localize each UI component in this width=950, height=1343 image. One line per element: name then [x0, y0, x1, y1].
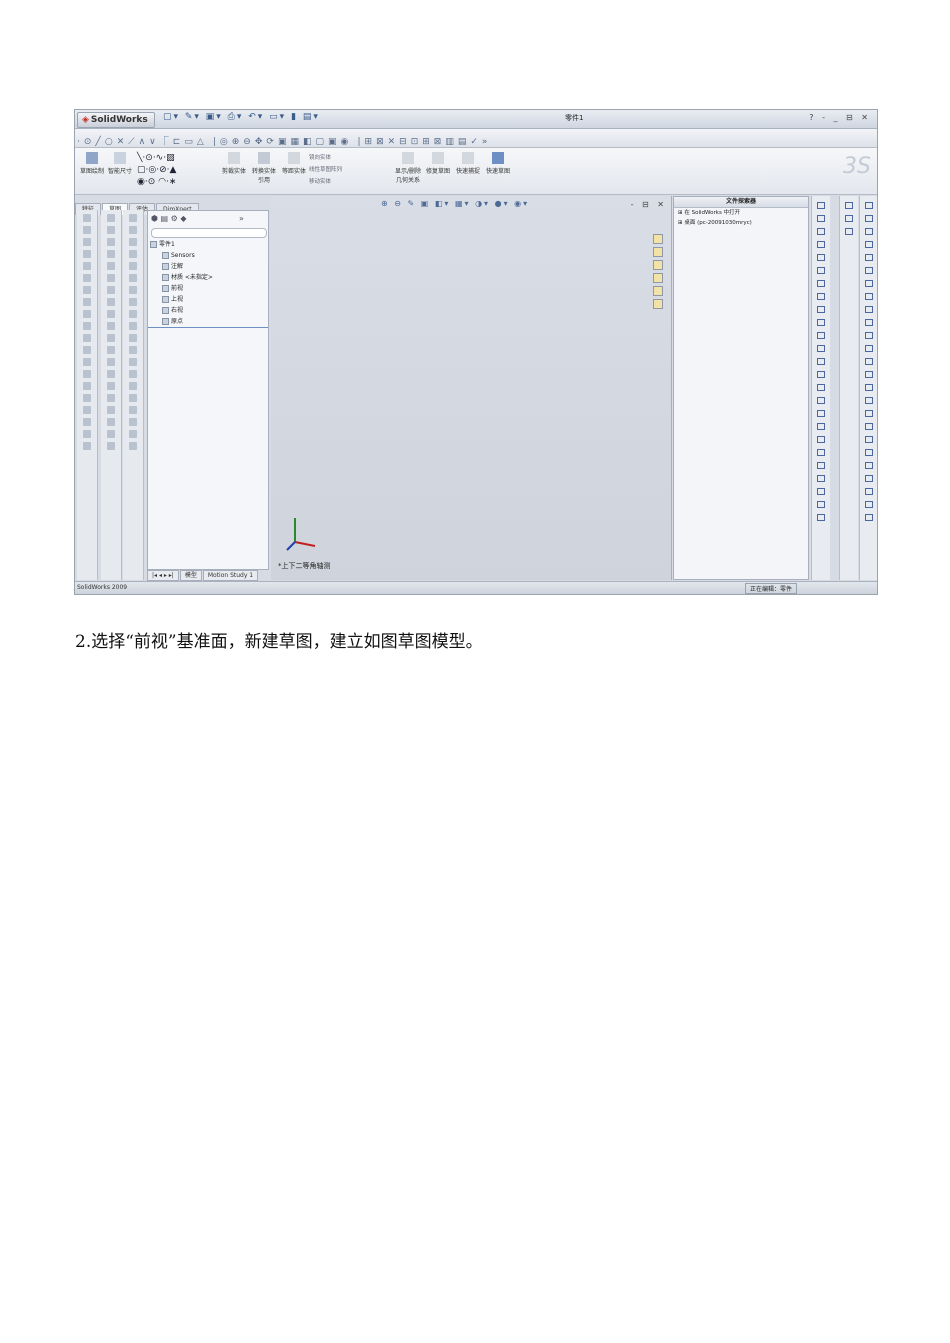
tree-item-annotations[interactable]: 注解 [150, 261, 213, 272]
smart-dimension-icon [114, 152, 126, 164]
feature-toolbar-column-1[interactable] [77, 210, 98, 580]
command-manager: 草图绘制 智能尺寸 ╲·⊙·∿·▨ ▢·◎·⊘·▲ ◉·⊙ ◠·∗ 剪裁实体 转换实… [75, 148, 877, 195]
solidworks-logo-icon: ◈ [82, 115, 89, 125]
offset-entities-button[interactable]: 等距实体 [281, 152, 307, 175]
origin-icon [162, 318, 169, 325]
status-bar: SolidWorks 2009 正在编辑：零件 [75, 581, 877, 594]
tab-motion-study[interactable]: Motion Study 1 [202, 570, 259, 581]
tree-item-front-plane[interactable]: 前视 [150, 283, 213, 294]
feature-toolbar-column-3[interactable] [123, 210, 144, 580]
mirror-entities-button[interactable]: 镜向实体 [309, 152, 342, 164]
sketch-icon [86, 152, 98, 164]
tab-nav-arrows[interactable]: |◂ ◂ ▸ ▸| [147, 570, 179, 581]
task-pane-tabs[interactable] [653, 234, 667, 312]
relations-icon [402, 152, 414, 164]
tree-root[interactable]: 零件1 [150, 239, 213, 250]
sketch-tools-column-3[interactable] [859, 196, 877, 580]
tree-item-origin[interactable]: 原点 [150, 316, 213, 327]
sketch-tools-column-1[interactable] [811, 196, 830, 580]
sketch-tools-column-2[interactable] [839, 196, 858, 580]
instruction-caption: 2.选择“前视”基准面，新建草图，建立如图草图模型。 [75, 632, 483, 652]
solidworks-logo[interactable]: ◈ SolidWorks [77, 112, 155, 128]
part-icon [150, 241, 157, 248]
sensor-icon [162, 252, 169, 259]
sketch-toolbar[interactable]: · ⊙ ╱ ○ ✕ ⟋ ∧ ∨ ⎾ ⊏ ▭ △ | ◎ ⊕ ⊖ ✥ ⟳ ▣ ▦ ◧ ▢ ▣ ◉ | ⊞ ⊠ ✕ ⊟ ⊡ ⊞ ⊠ ▥ ▤ ✓» [75, 129, 877, 148]
tab-model[interactable]: 模型 [179, 570, 202, 581]
heads-up-view-toolbar[interactable]: ⊕ ⊖ ✎ ▣ ◧▾ ▦▾ ◑▾ ●▾ ◉▾ [381, 199, 529, 208]
window-controls[interactable]: ? - _ ⊟ ✕ [809, 113, 871, 122]
tree-item-top-plane[interactable]: 上视 [150, 294, 213, 305]
desktop-item[interactable]: ⊞ 桌面 (pc-20091030mryc) [674, 218, 808, 228]
status-editing: 正在编辑：零件 [744, 583, 797, 594]
feature-manager-tree: ⬢ ▤ ⚙ ◆ » 零件1 Sensors 注解 材质 <未指定> 前视 上视 … [147, 210, 269, 570]
open-in-solidworks-item[interactable]: ⊞ 在 SolidWorks 中打开 [674, 208, 808, 218]
smart-dimension-button[interactable]: 智能尺寸 [107, 152, 133, 175]
tree-item-right-plane[interactable]: 右视 [150, 305, 213, 316]
pattern-tools[interactable]: 镜向实体 线性草图阵列 移动实体 [309, 152, 342, 188]
file-explorer-pane: 文件探索器 ⊞ 在 SolidWorks 中打开 ⊞ 桌面 (pc-200910… [673, 196, 809, 580]
manager-tabs[interactable]: ⬢ ▤ ⚙ ◆ » [151, 214, 244, 223]
tree-divider [148, 327, 268, 328]
sketch-button[interactable]: 草图绘制 [79, 152, 105, 175]
material-icon [162, 274, 169, 281]
solidworks-screenshot: ◈ SolidWorks ▢▾ ✎▾ ▣▾ ⎙▾ ↶▾ ▭▾ ▮ ▤▾ 零件1 ?… [74, 109, 878, 595]
repair-icon [432, 152, 444, 164]
plane-icon [162, 296, 169, 303]
tree-item-material[interactable]: 材质 <未指定> [150, 272, 213, 283]
status-app-name: SolidWorks 2009 [77, 584, 128, 591]
tree-list: 零件1 Sensors 注解 材质 <未指定> 前视 上视 右视 原点 [150, 239, 213, 327]
offset-icon [288, 152, 300, 164]
repair-sketch-button[interactable]: 修复草图 [425, 152, 451, 175]
sketch-entity-tools[interactable]: ╲·⊙·∿·▨ ▢·◎·⊘·▲ ◉·⊙ ◠·∗ [137, 152, 176, 188]
trim-icon [228, 152, 240, 164]
move-entities-button[interactable]: 移动实体 [309, 176, 342, 188]
triad-axes-icon [286, 518, 316, 551]
viewport-window-controls[interactable]: - ⊟ ✕ [631, 200, 667, 209]
plane-icon [162, 307, 169, 314]
tree-item-sensors[interactable]: Sensors [150, 250, 213, 261]
quick-snaps-button[interactable]: 快速捕捉 [455, 152, 481, 175]
document-title: 零件1 [565, 114, 584, 122]
file-explorer-title: 文件探索器 [674, 197, 808, 208]
quick-access-toolbar[interactable]: ▢▾ ✎▾ ▣▾ ⎙▾ ↶▾ ▭▾ ▮ ▤▾ [163, 112, 320, 122]
title-bar: ◈ SolidWorks ▢▾ ✎▾ ▣▾ ⎙▾ ↶▾ ▭▾ ▮ ▤▾ 零件1 ?… [75, 110, 877, 129]
ds-logo: 3S [843, 154, 871, 179]
graphics-area[interactable]: ⊕ ⊖ ✎ ▣ ◧▾ ▦▾ ◑▾ ●▾ ◉▾ - ⊟ ✕ *上下二等角轴测 [271, 196, 672, 580]
command-tabs: 特征草图评估DimXpert [75, 196, 200, 215]
snap-icon [462, 152, 474, 164]
convert-icon [258, 152, 270, 164]
rapid-sketch-icon [492, 152, 504, 164]
trim-entities-button[interactable]: 剪裁实体 [221, 152, 247, 175]
plane-icon [162, 285, 169, 292]
annotation-icon [162, 263, 169, 270]
display-relations-button[interactable]: 显示/删除几何关系 [393, 152, 423, 184]
linear-pattern-button[interactable]: 线性草图阵列 [309, 164, 342, 176]
tree-filter-input[interactable] [151, 228, 267, 238]
convert-entities-button[interactable]: 转换实体引用 [251, 152, 277, 184]
feature-toolbar-column-2[interactable] [101, 210, 122, 580]
view-orientation-label: *上下二等角轴测 [278, 562, 331, 570]
rapid-sketch-button[interactable]: 快速草图 [485, 152, 511, 175]
